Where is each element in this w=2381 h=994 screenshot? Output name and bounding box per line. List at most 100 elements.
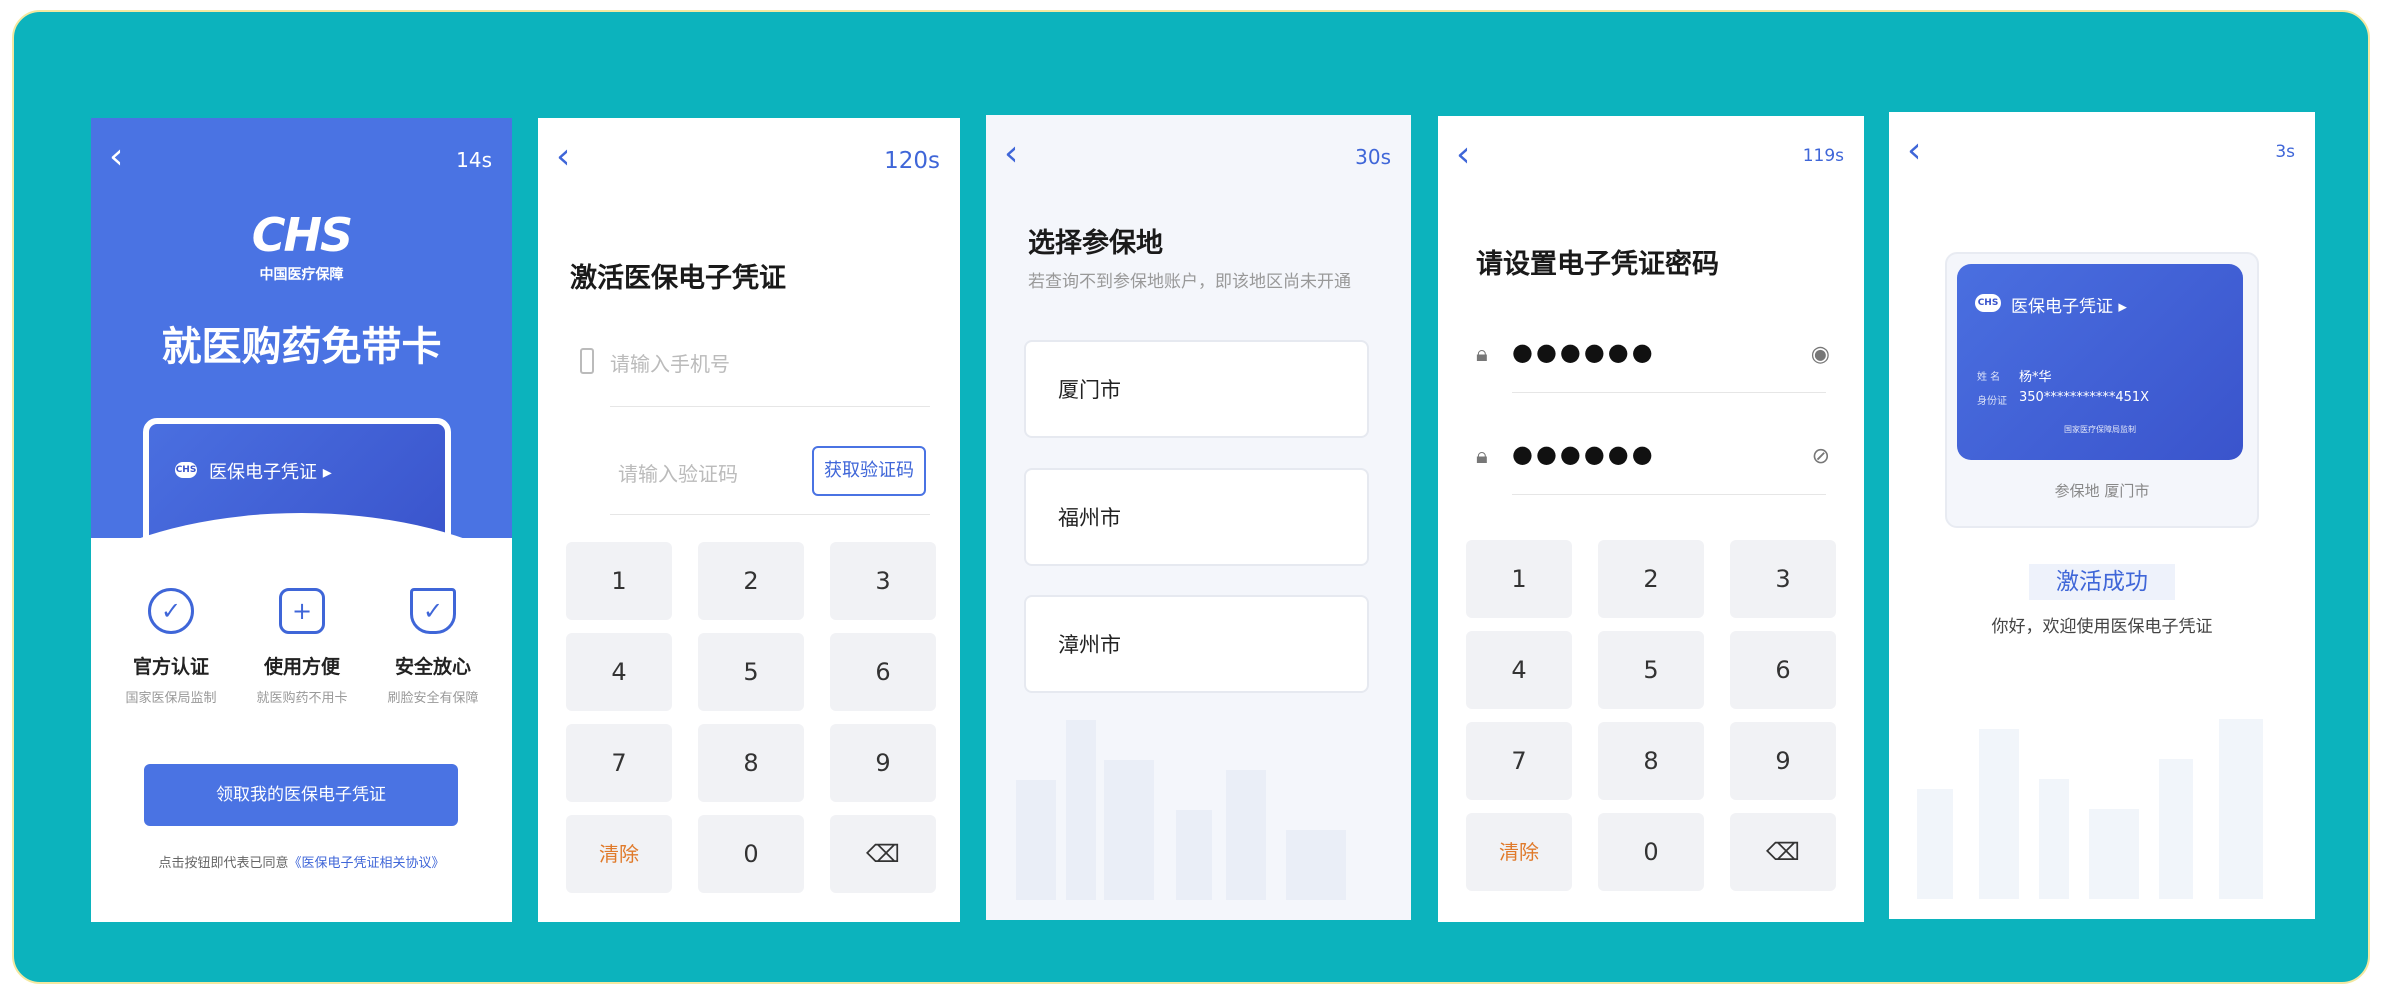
feature-desc: 就医购药不用卡 <box>256 691 348 706</box>
key-2[interactable]: 2 <box>1598 540 1704 618</box>
skyline-decoration <box>1979 729 2019 899</box>
key-6[interactable]: 6 <box>1730 631 1836 709</box>
key-2[interactable]: 2 <box>698 542 804 620</box>
back-icon[interactable]: ‹ <box>1456 137 1486 173</box>
key-8[interactable]: 8 <box>698 724 804 802</box>
success-title: 激活成功 <box>2029 564 2175 600</box>
id-label: 身份证 <box>1977 396 2007 407</box>
id-value: 350***********451X <box>2019 390 2150 405</box>
skyline-decoration <box>2219 719 2263 899</box>
lock-icon: 🔒︎ <box>1476 342 1488 367</box>
key-9[interactable]: 9 <box>830 724 936 802</box>
feature-title: 官方认证 <box>132 656 209 678</box>
chs-mini-icon: CHS <box>1975 294 2001 312</box>
phone-icon <box>580 348 594 374</box>
countdown-timer: 120s <box>884 148 940 174</box>
screen-activate: ‹ 120s 激活医保电子凭证 请输入手机号 请输入验证码 获取验证码 123 4… <box>538 118 960 922</box>
feature-title: 安全放心 <box>394 656 471 678</box>
headline: 就医购药免带卡 <box>161 324 442 370</box>
backspace-key[interactable]: ⌫ <box>1730 813 1836 891</box>
countdown-timer: 30s <box>1355 145 1391 169</box>
city-option-fuzhou[interactable]: 福州市 <box>1024 468 1369 566</box>
get-code-button[interactable]: 获取验证码 <box>812 446 926 496</box>
key-3[interactable]: 3 <box>1730 540 1836 618</box>
page-title: 选择参保地 <box>1028 228 1163 259</box>
backspace-key[interactable]: ⌫ <box>830 815 936 893</box>
back-icon[interactable]: ‹ <box>556 139 586 175</box>
password-field[interactable]: ●●●●●● <box>1512 338 1656 366</box>
skyline-decoration <box>1226 770 1266 900</box>
lock-icon: 🔒︎ <box>1476 444 1488 469</box>
city-option-xiamen[interactable]: 厦门市 <box>1024 340 1369 438</box>
back-icon[interactable]: ‹ <box>109 139 139 175</box>
feature-desc: 刷脸安全有保障 <box>387 691 479 706</box>
badge-icon: ✓ <box>148 588 194 634</box>
name-label: 姓 名 <box>1977 372 2001 383</box>
confirm-password-field[interactable]: ●●●●●● <box>1512 440 1656 468</box>
clear-key[interactable]: 清除 <box>1466 813 1572 891</box>
countdown-timer: 119s <box>1802 146 1844 166</box>
key-8[interactable]: 8 <box>1598 722 1704 800</box>
skyline-decoration <box>1176 810 1212 900</box>
card-footer: 国家医疗保障局监制 <box>2064 425 2136 434</box>
clear-key[interactable]: 清除 <box>566 815 672 893</box>
feature-desc: 国家医保局监制 <box>125 691 217 706</box>
card-title: 医保电子凭证 ▸ <box>2011 297 2127 317</box>
insured-place: 参保地 厦门市 <box>2054 482 2150 500</box>
key-5[interactable]: 5 <box>1598 631 1704 709</box>
code-input[interactable]: 请输入验证码 <box>618 458 738 487</box>
divider <box>1512 392 1826 393</box>
shield-check-icon: ✓ <box>410 588 456 634</box>
card-label: 医保电子凭证 ▸ <box>209 462 332 483</box>
skyline-decoration <box>1286 830 1346 900</box>
eye-closed-icon[interactable]: ⊘ <box>1812 444 1830 469</box>
screen-select-region: ‹ 30s 选择参保地 若查询不到参保地账户，即该地区尚未开通 厦门市 福州市 … <box>986 115 1411 920</box>
key-1[interactable]: 1 <box>1466 540 1572 618</box>
skyline-decoration <box>2039 779 2069 899</box>
key-4[interactable]: 4 <box>1466 631 1572 709</box>
key-4[interactable]: 4 <box>566 633 672 711</box>
countdown-timer: 14s <box>456 148 492 172</box>
divider <box>1512 494 1826 495</box>
back-icon[interactable]: ‹ <box>1907 133 1937 169</box>
chs-logo-caption: 中国医疗保障 <box>259 267 344 283</box>
feature-official: ✓ 官方认证 国家医保局监制 <box>101 588 241 706</box>
page-title: 激活医保电子凭证 <box>570 263 786 294</box>
key-9[interactable]: 9 <box>1730 722 1836 800</box>
skyline-decoration <box>2159 759 2193 899</box>
medkit-icon: + <box>279 588 325 634</box>
skyline-decoration <box>1066 720 1096 900</box>
agreement-prefix: 点击按钮即代表已同意 <box>158 856 289 871</box>
screen-success: ‹ 3s CHS 医保电子凭证 ▸ 姓 名 杨*华 身份证 350*******… <box>1889 112 2315 919</box>
eye-open-icon[interactable]: ◉ <box>1811 342 1830 367</box>
divider <box>610 514 930 515</box>
divider <box>610 406 930 407</box>
feature-secure: ✓ 安全放心 刷脸安全有保障 <box>363 588 503 706</box>
claim-credential-button[interactable]: 领取我的医保电子凭证 <box>144 764 458 826</box>
phone-input[interactable]: 请输入手机号 <box>610 348 730 377</box>
key-1[interactable]: 1 <box>566 542 672 620</box>
welcome-message: 你好，欢迎使用医保电子凭证 <box>1991 617 2213 637</box>
skyline-decoration <box>2089 809 2139 899</box>
key-7[interactable]: 7 <box>1466 722 1572 800</box>
agreement-text: 点击按钮即代表已同意《医保电子凭证相关协议》 <box>91 852 512 871</box>
agreement-link[interactable]: 《医保电子凭证相关协议》 <box>289 856 445 871</box>
feature-convenient: + 使用方便 就医购药不用卡 <box>232 588 372 706</box>
key-3[interactable]: 3 <box>830 542 936 620</box>
key-7[interactable]: 7 <box>566 724 672 802</box>
chs-logo: CHS <box>251 208 353 262</box>
city-option-zhangzhou[interactable]: 漳州市 <box>1024 595 1369 693</box>
skyline-decoration <box>1917 789 1953 899</box>
page-title: 请设置电子凭证密码 <box>1476 249 1719 280</box>
key-0[interactable]: 0 <box>1598 813 1704 891</box>
screen-set-password: ‹ 119s 请设置电子凭证密码 🔒︎ ●●●●●● ◉ 🔒︎ ●●●●●● ⊘… <box>1438 116 1864 922</box>
feature-title: 使用方便 <box>263 656 340 678</box>
credential-card: CHS 医保电子凭证 ▸ 姓 名 杨*华 身份证 350***********4… <box>1957 264 2243 460</box>
back-icon[interactable]: ‹ <box>1004 136 1034 172</box>
key-0[interactable]: 0 <box>698 815 804 893</box>
page-subtitle: 若查询不到参保地账户，即该地区尚未开通 <box>1028 272 1351 292</box>
key-6[interactable]: 6 <box>830 633 936 711</box>
skyline-decoration <box>1104 760 1154 900</box>
key-5[interactable]: 5 <box>698 633 804 711</box>
countdown-timer: 3s <box>2275 142 2295 162</box>
